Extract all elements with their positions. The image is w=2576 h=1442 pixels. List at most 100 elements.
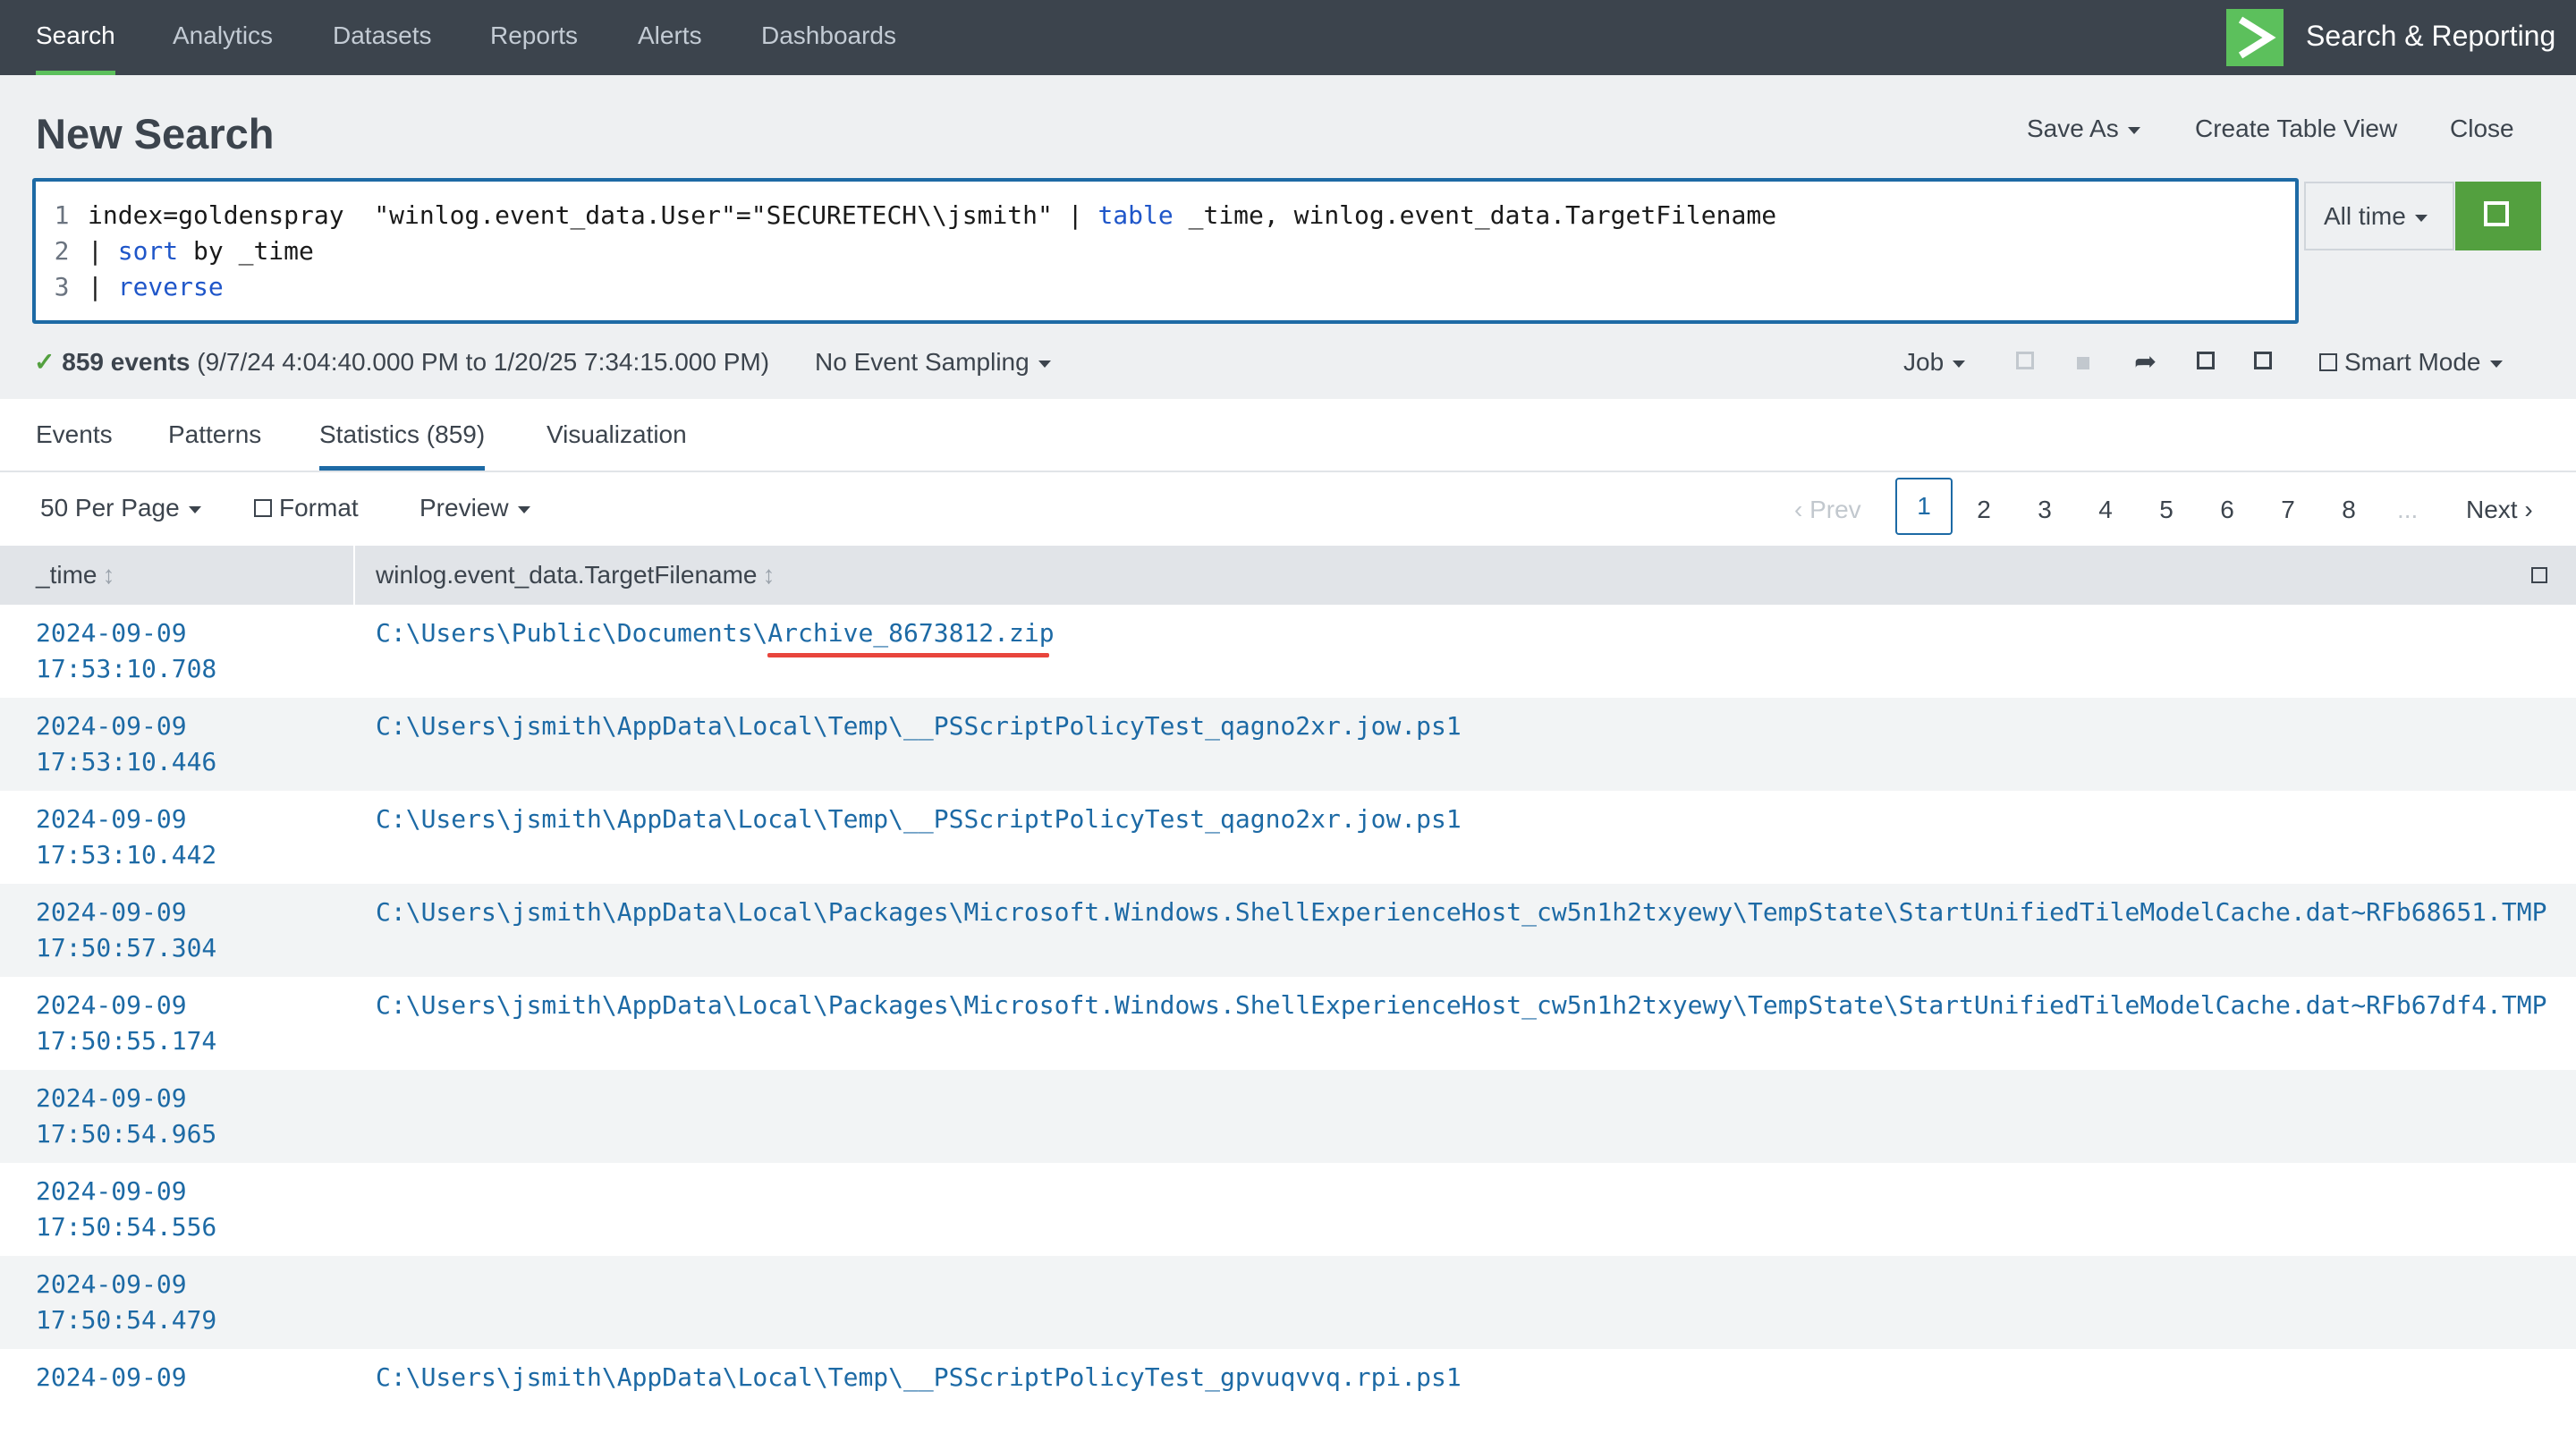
query-line-2: 2 | sort by _time: [36, 233, 314, 269]
tab-statistics[interactable]: Statistics (859): [319, 399, 486, 471]
format-button[interactable]: Format: [254, 490, 359, 526]
app-logo-icon[interactable]: [2226, 9, 2284, 66]
time-cell[interactable]: 2024-09-09 17:50:57.304: [36, 895, 216, 966]
target-filename-cell[interactable]: C:\Users\jsmith\AppData\Local\Packages\M…: [376, 895, 2546, 930]
expand-icon[interactable]: [2531, 567, 2547, 583]
save-as-label: Save As: [2027, 115, 2119, 142]
filename-name: Archive_8673812.zip: [767, 618, 1055, 648]
time-clock: 17:50:54.556: [36, 1212, 217, 1242]
search-mode-label: Smart Mode: [2344, 348, 2481, 376]
page-7-button[interactable]: 7: [2270, 492, 2306, 528]
job-menu[interactable]: Job: [1903, 344, 1966, 380]
query-text: _time, winlog.event_data.TargetFilename: [1173, 200, 1777, 230]
create-table-view-button[interactable]: Create Table View: [2195, 111, 2397, 147]
target-filename-cell[interactable]: C:\Users\jsmith\AppData\Local\Temp\__PSS…: [376, 802, 1462, 837]
time-cell[interactable]: 2024-09-09: [36, 1360, 187, 1395]
time-range-summary: (9/7/24 4:04:40.000 PM to 1/20/25 7:34:1…: [190, 348, 770, 376]
query-text: index=goldenspray "winlog.event_data.Use…: [88, 200, 1098, 230]
time-cell[interactable]: 2024-09-09 17:50:54.965: [36, 1081, 216, 1152]
nav-alerts[interactable]: Alerts: [638, 0, 702, 75]
tab-visualization[interactable]: Visualization: [547, 399, 687, 469]
per-page-menu[interactable]: 50 Per Page: [40, 490, 201, 526]
close-button[interactable]: Close: [2450, 111, 2514, 147]
search-mode-menu[interactable]: Smart Mode: [2319, 344, 2503, 380]
event-sampling-menu[interactable]: No Event Sampling: [815, 344, 1051, 380]
filename-path: C:\Users\jsmith\AppData\Local\Temp\__PSS…: [376, 711, 1462, 741]
tab-events[interactable]: Events: [36, 399, 113, 469]
export-icon[interactable]: [2254, 352, 2272, 369]
share-icon[interactable]: ➦: [2134, 344, 2157, 380]
tab-patterns[interactable]: Patterns: [168, 399, 261, 469]
query-keyword: sort: [117, 236, 179, 266]
table-header: _time ↕ winlog.event_data.TargetFilename ↕: [0, 546, 2576, 605]
search-query-editor[interactable]: 1 index=goldenspray "winlog.event_data.Us…: [32, 178, 2299, 324]
line-number: 1: [54, 200, 70, 230]
time-cell[interactable]: 2024-09-09 17:53:10.442: [36, 802, 216, 873]
nav-dashboards[interactable]: Dashboards: [761, 0, 896, 75]
query-text: |: [88, 272, 118, 301]
filename-path: C:\Users\Public\Documents\: [376, 618, 768, 648]
column-header-target-filename[interactable]: winlog.event_data.TargetFilename ↕: [376, 546, 775, 605]
sort-icon: ↕: [102, 561, 115, 589]
page-5-button[interactable]: 5: [2148, 492, 2184, 528]
column-divider: [353, 546, 355, 605]
checkbox-icon: [2319, 353, 2337, 371]
job-label: Job: [1903, 348, 1945, 376]
page-3-button[interactable]: 3: [2027, 492, 2063, 528]
nav-search[interactable]: Search: [36, 0, 115, 75]
run-search-button[interactable]: [2455, 182, 2541, 250]
nav-reports[interactable]: Reports: [490, 0, 578, 75]
event-count-status: ✓ 859 events (9/7/24 4:04:40.000 PM to 1…: [34, 344, 769, 380]
time-date: 2024-09-09: [36, 1083, 187, 1113]
time-range-picker[interactable]: All time: [2304, 182, 2454, 250]
time-cell[interactable]: 2024-09-09 17:53:10.708: [36, 615, 216, 687]
column-header-time[interactable]: _time ↕: [36, 546, 114, 605]
page-2-button[interactable]: 2: [1966, 492, 2002, 528]
page-1-button[interactable]: 1: [1895, 478, 1953, 535]
time-date: 2024-09-09: [36, 1362, 187, 1392]
time-cell[interactable]: 2024-09-09 17:50:54.479: [36, 1267, 216, 1338]
preview-menu[interactable]: Preview: [419, 490, 530, 526]
time-cell[interactable]: 2024-09-09 17:50:54.556: [36, 1174, 216, 1245]
target-filename-cell[interactable]: C:\Users\Public\Documents\Archive_867381…: [376, 615, 1055, 651]
time-clock: 17:53:10.708: [36, 654, 217, 683]
chevron-down-icon: [2127, 126, 2140, 134]
chevron-down-icon: [2489, 360, 2503, 368]
stop-icon[interactable]: [2077, 357, 2089, 369]
time-cell[interactable]: 2024-09-09 17:53:10.446: [36, 708, 216, 780]
event-count: 859 events: [62, 348, 191, 376]
prev-page-button[interactable]: ‹ Prev: [1794, 492, 1861, 528]
query-text: |: [88, 236, 118, 266]
time-clock: 17:53:10.446: [36, 747, 217, 776]
page-8-button[interactable]: 8: [2331, 492, 2367, 528]
page-4-button[interactable]: 4: [2088, 492, 2123, 528]
time-date: 2024-09-09: [36, 618, 187, 648]
time-date: 2024-09-09: [36, 897, 187, 927]
nav-datasets[interactable]: Datasets: [333, 0, 432, 75]
preview-label: Preview: [419, 494, 509, 522]
query-text: by _time: [178, 236, 314, 266]
target-filename-cell[interactable]: C:\Users\jsmith\AppData\Local\Temp\__PSS…: [376, 708, 1462, 744]
print-icon[interactable]: [2197, 352, 2215, 369]
pause-icon[interactable]: [2016, 352, 2034, 369]
time-clock: 17:50:57.304: [36, 933, 217, 963]
line-number: 2: [54, 236, 70, 266]
nav-analytics[interactable]: Analytics: [173, 0, 273, 75]
highlight-underline: [767, 653, 1049, 657]
time-date: 2024-09-09: [36, 711, 187, 741]
app-name[interactable]: Search & Reporting: [2306, 0, 2555, 75]
column-header-label: winlog.event_data.TargetFilename: [376, 561, 758, 589]
format-label: Format: [279, 494, 359, 522]
search-go-icon: [2484, 201, 2509, 226]
table-row: 2024-09-09 17:53:10.708 C:\Users\Public\Do…: [0, 605, 2576, 698]
next-page-button[interactable]: Next ›: [2466, 492, 2533, 528]
filename-path: C:\Users\jsmith\AppData\Local\Temp\__PSS…: [376, 804, 1462, 834]
target-filename-cell[interactable]: C:\Users\jsmith\AppData\Local\Temp\__PSS…: [376, 1360, 1462, 1395]
time-cell[interactable]: 2024-09-09 17:50:55.174: [36, 988, 216, 1059]
page-6-button[interactable]: 6: [2209, 492, 2245, 528]
query-keyword: reverse: [117, 272, 224, 301]
save-as-menu[interactable]: Save As: [2027, 111, 2140, 147]
target-filename-cell[interactable]: C:\Users\jsmith\AppData\Local\Packages\M…: [376, 988, 2546, 1023]
table-row: 2024-09-09 17:50:57.304 C:\Users\jsmith\Ap…: [0, 884, 2576, 977]
table-row: 2024-09-09 17:50:54.965: [0, 1070, 2576, 1163]
